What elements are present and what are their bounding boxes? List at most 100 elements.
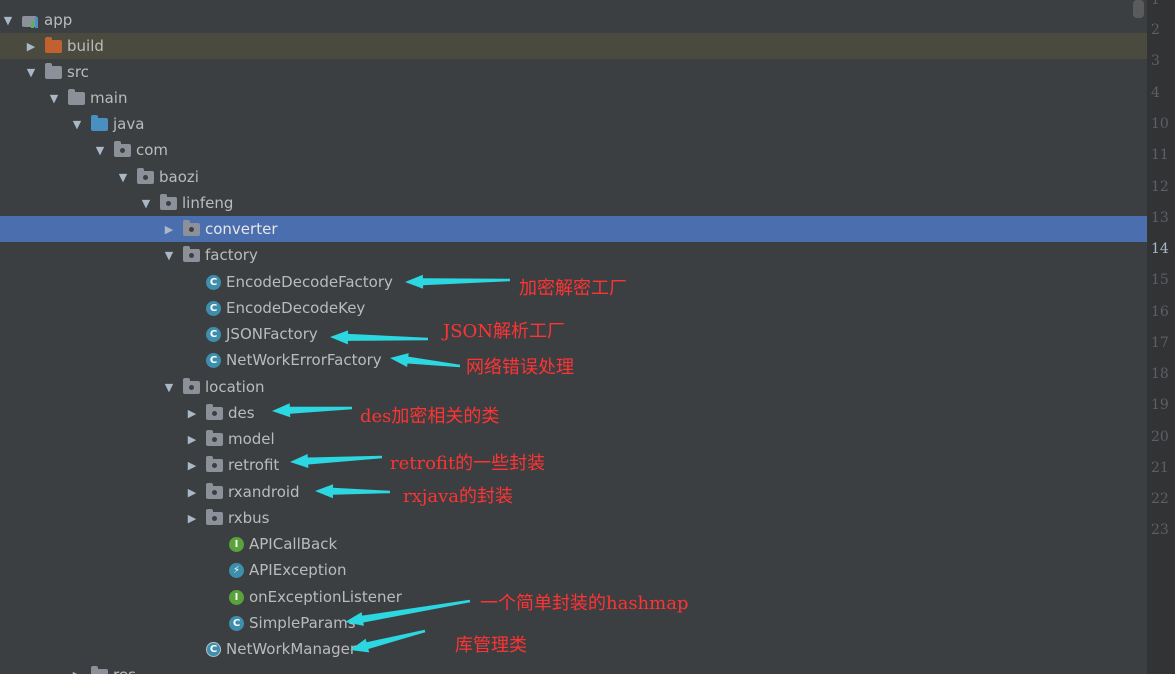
expand-arrow-icon[interactable]: ▶ — [163, 223, 175, 236]
collapse-arrow-icon[interactable]: ▼ — [71, 118, 83, 131]
line-number: 2 — [1151, 22, 1160, 38]
package-icon — [183, 219, 200, 236]
line-number: 20 — [1151, 429, 1169, 445]
tree-row-src[interactable]: ▼ src — [0, 59, 1147, 85]
tree-row-label: com — [136, 141, 169, 159]
interface-icon: I — [229, 536, 244, 552]
tree-row-label: des — [228, 404, 255, 422]
tree-row-label: onExceptionListener — [249, 588, 402, 606]
tree-row-label: NetWorkErrorFactory — [226, 351, 382, 369]
annotation-note: rxjava的封装 — [403, 486, 513, 507]
collapse-arrow-icon[interactable]: ▼ — [25, 66, 37, 79]
tree-row-rxandroid[interactable]: ▶ rxandroid — [0, 479, 1147, 505]
line-number: 21 — [1151, 460, 1169, 476]
tree-row-factory[interactable]: ▼ factory — [0, 242, 1147, 268]
class-icon: C — [206, 300, 221, 316]
tree-row-jsonfactory[interactable]: C JSONFactory — [0, 321, 1147, 347]
project-tree[interactable]: ▼ app ▶ build ▼ src ▼ main ▼ java ▼ com ▼ baozi ▼ linfe… — [0, 0, 1147, 674]
line-number: 13 — [1151, 210, 1169, 226]
line-number: 11 — [1151, 147, 1169, 163]
interface-icon: I — [229, 589, 244, 605]
package-icon — [206, 508, 223, 525]
tree-row-label: java — [113, 115, 145, 133]
expand-arrow-icon[interactable]: ▶ — [71, 669, 83, 674]
tree-row-label: JSONFactory — [226, 325, 318, 343]
tree-row-networkmanager[interactable]: C NetWorkManager — [0, 636, 1147, 662]
folder-icon — [68, 88, 85, 105]
tree-row-label: APICallBack — [249, 535, 338, 553]
annotation-note: JSON解析工厂 — [443, 321, 566, 342]
expand-arrow-icon[interactable]: ▶ — [186, 407, 198, 420]
tree-row-label: linfeng — [182, 194, 234, 212]
line-number: 3 — [1151, 53, 1160, 69]
package-icon — [137, 167, 154, 184]
collapse-arrow-icon[interactable]: ▼ — [94, 144, 106, 157]
tree-row-res[interactable]: ▶ res — [0, 662, 1147, 674]
collapse-arrow-icon[interactable]: ▼ — [140, 197, 152, 210]
tree-row-baozi[interactable]: ▼ baozi — [0, 164, 1147, 190]
expand-arrow-icon[interactable]: ▶ — [186, 433, 198, 446]
collapse-arrow-icon[interactable]: ▼ — [163, 249, 175, 262]
tree-row-retrofit[interactable]: ▶ retrofit — [0, 452, 1147, 478]
folder-icon — [91, 665, 108, 674]
tree-row-converter[interactable]: ▶ converter — [0, 216, 1147, 242]
tree-row-build[interactable]: ▶ build — [0, 33, 1147, 59]
expand-arrow-icon[interactable]: ▶ — [186, 459, 198, 472]
tree-scrollbar-thumb[interactable] — [1133, 0, 1144, 18]
package-icon — [114, 140, 131, 157]
tree-row-label: retrofit — [228, 456, 280, 474]
line-number: 14 — [1151, 241, 1169, 257]
line-number: 19 — [1151, 397, 1169, 413]
tree-row-label: factory — [205, 246, 258, 264]
tree-row-main[interactable]: ▼ main — [0, 85, 1147, 111]
line-number: 18 — [1151, 366, 1169, 382]
class-icon: C — [206, 641, 221, 657]
collapse-arrow-icon[interactable]: ▼ — [48, 92, 60, 105]
module-icon — [22, 13, 39, 28]
expand-arrow-icon[interactable]: ▶ — [186, 486, 198, 499]
expand-arrow-icon[interactable]: ▶ — [25, 40, 37, 53]
tree-row-java[interactable]: ▼ java — [0, 111, 1147, 137]
package-icon — [206, 482, 223, 499]
class-icon: C — [206, 326, 221, 342]
annotation-note: retrofit的一些封装 — [390, 453, 546, 474]
tree-row-label: NetWorkManager — [226, 640, 357, 658]
tree-row-linfeng[interactable]: ▼ linfeng — [0, 190, 1147, 216]
line-number: 15 — [1151, 272, 1169, 288]
tree-row-label: rxandroid — [228, 483, 300, 501]
folder-icon — [91, 114, 108, 131]
line-number: 12 — [1151, 179, 1169, 195]
tree-row-des[interactable]: ▶ des — [0, 400, 1147, 426]
annotation-note: 库管理类 — [455, 635, 527, 656]
tree-row-label: location — [205, 378, 265, 396]
class-icon: C — [229, 615, 244, 631]
collapse-arrow-icon[interactable]: ▼ — [117, 171, 129, 184]
collapse-arrow-icon[interactable]: ▼ — [163, 381, 175, 394]
package-icon — [206, 455, 223, 472]
line-number: 17 — [1151, 335, 1169, 351]
class-icon: C — [206, 274, 221, 290]
package-icon — [183, 377, 200, 394]
tree-row-rxbus[interactable]: ▶ rxbus — [0, 505, 1147, 531]
tree-row-apicallback[interactable]: I APICallBack — [0, 531, 1147, 557]
package-icon — [206, 403, 223, 420]
line-number: 22 — [1151, 491, 1169, 507]
tree-row-label: rxbus — [228, 509, 270, 527]
tree-row-model[interactable]: ▶ model — [0, 426, 1147, 452]
tree-row-label: EncodeDecodeKey — [226, 299, 366, 317]
annotation-note: 一个简单封装的hashmap — [480, 593, 689, 614]
package-icon — [183, 245, 200, 262]
line-number: 1 — [1151, 0, 1160, 8]
tree-row-app[interactable]: ▼ app — [0, 7, 1147, 33]
line-number: 10 — [1151, 116, 1169, 132]
tree-row-com[interactable]: ▼ com — [0, 137, 1147, 163]
line-number: 23 — [1151, 522, 1169, 538]
expand-arrow-icon[interactable]: ▶ — [186, 512, 198, 525]
tree-row-apiexception[interactable]: ⚡ APIException — [0, 557, 1147, 583]
tree-row-label: model — [228, 430, 275, 448]
package-icon — [206, 429, 223, 446]
annotation-note: 加密解密工厂 — [519, 278, 627, 299]
collapse-arrow-icon[interactable]: ▼ — [2, 14, 14, 27]
annotation-note: des加密相关的类 — [360, 406, 500, 427]
tree-row-label: APIException — [249, 561, 347, 579]
